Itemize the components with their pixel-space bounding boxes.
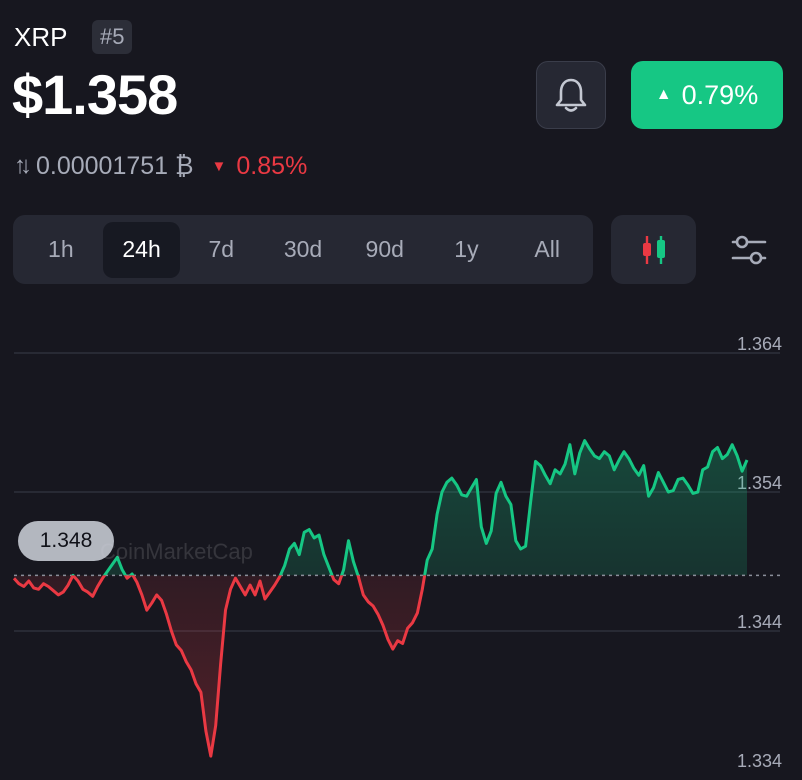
timeframe-selector: 1h 24h 7d 30d 90d 1y All: [13, 215, 593, 284]
candlestick-icon: [642, 235, 665, 264]
tab-24h[interactable]: 24h: [102, 221, 181, 278]
y-axis-label: 1.334: [737, 751, 782, 771]
candlestick-toggle-button[interactable]: [611, 215, 696, 284]
triangle-down-icon: ▼: [211, 157, 227, 175]
y-axis-label: 1.364: [737, 334, 782, 354]
bell-icon: [555, 78, 587, 112]
coin-symbol: XRP: [14, 22, 68, 52]
coin-price: $1.358: [12, 63, 178, 126]
chart-settings-button[interactable]: [716, 222, 782, 278]
rank-badge: #5: [92, 20, 133, 54]
price-change-value: 0.79%: [681, 79, 759, 110]
reference-price-label: 1.348: [18, 521, 114, 561]
tab-1h[interactable]: 1h: [19, 222, 103, 278]
tab-90d[interactable]: 90d: [344, 222, 426, 278]
triangle-up-icon: ▲: [655, 86, 672, 103]
price-alert-button[interactable]: [536, 61, 606, 129]
btc-price: 0.00001751 ₿: [36, 151, 194, 180]
chart-watermark: CoinMarketCap: [100, 539, 253, 564]
y-axis-label: 1.344: [737, 612, 782, 632]
price-change-badge: ▲ 0.79%: [631, 61, 783, 129]
tab-all[interactable]: All: [507, 222, 587, 278]
btc-change: 0.85%: [236, 151, 308, 180]
tab-30d[interactable]: 30d: [262, 222, 344, 278]
btc-price-row: ↑↓ 0.00001751 ₿ ▼ 0.85%: [14, 150, 307, 182]
swap-vertical-icon: ↑↓: [14, 152, 32, 179]
tab-7d[interactable]: 7d: [180, 222, 262, 278]
tab-1y[interactable]: 1y: [426, 222, 508, 278]
sliders-icon: [731, 235, 767, 265]
